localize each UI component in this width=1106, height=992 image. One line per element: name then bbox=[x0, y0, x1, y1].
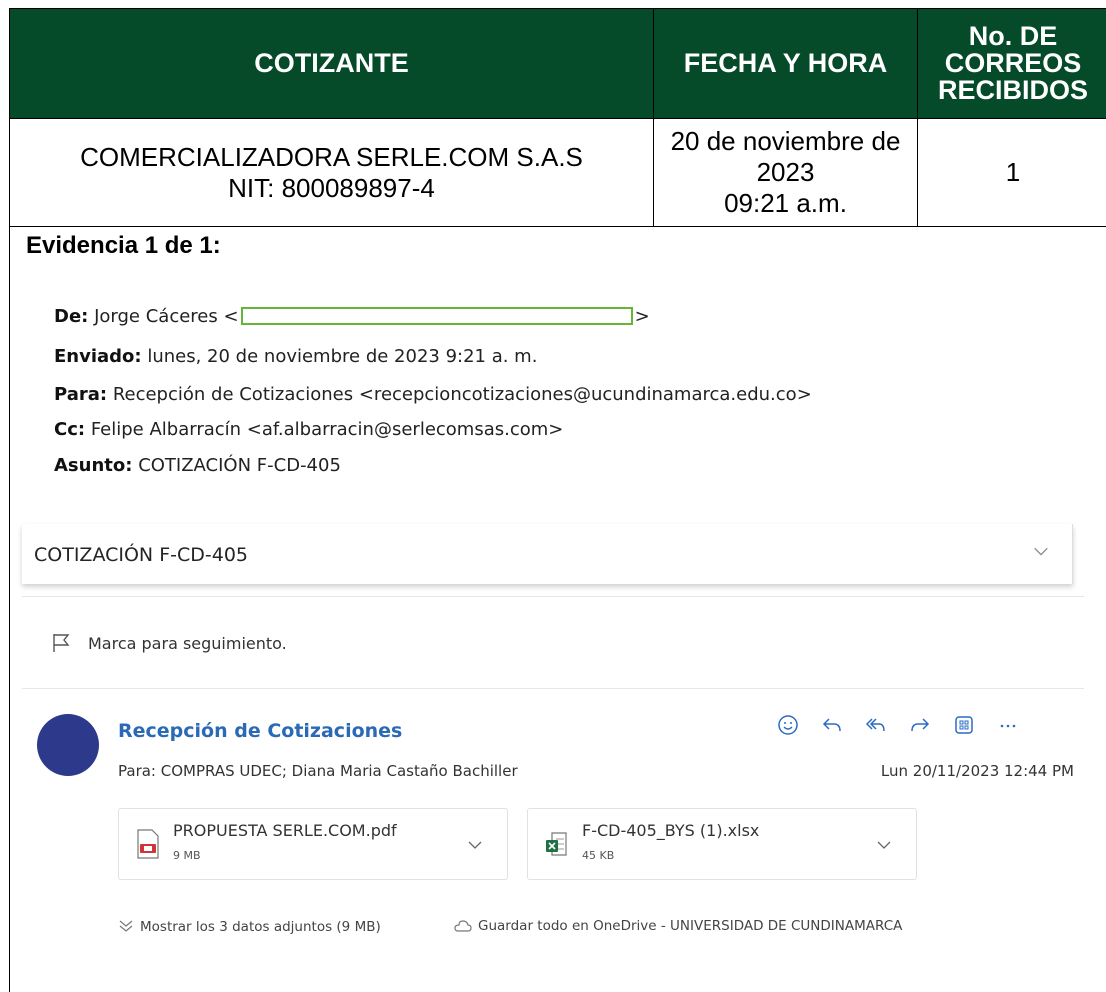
flag-text[interactable]: Marca para seguimiento. bbox=[88, 634, 287, 653]
company-name: COMERCIALIZADORA SERLE.COM S.A.S bbox=[80, 141, 583, 172]
show-all-text: Mostrar los 3 datos adjuntos (9 MB) bbox=[140, 919, 381, 935]
emoji-button[interactable] bbox=[766, 710, 810, 740]
from-label: De: bbox=[54, 306, 89, 327]
date-text: 20 de noviembre de 2023 bbox=[670, 126, 901, 188]
subject-bar[interactable]: COTIZACIÓN F-CD-405 bbox=[22, 524, 1073, 584]
from-close: > bbox=[634, 306, 650, 327]
more-button[interactable] bbox=[986, 710, 1030, 740]
subject-bar-text: COTIZACIÓN F-CD-405 bbox=[34, 544, 248, 566]
cc-label: Cc: bbox=[54, 419, 86, 440]
from-value: Jorge Cáceres < bbox=[94, 306, 239, 327]
double-chevron-down-icon bbox=[119, 920, 133, 932]
forward-button[interactable] bbox=[898, 710, 942, 740]
reply-all-icon bbox=[865, 718, 885, 732]
flag-icon[interactable] bbox=[50, 632, 72, 654]
reply-button[interactable] bbox=[810, 710, 854, 740]
chevron-down-icon[interactable] bbox=[876, 837, 892, 853]
divider bbox=[22, 688, 1084, 689]
cell-correos: 1 bbox=[917, 118, 1106, 227]
table-row: COMERCIALIZADORA SERLE.COM S.A.S NIT: 80… bbox=[9, 118, 1106, 227]
attachment-card[interactable]: PROPUESTA SERLE.COM.pdf 9 MB bbox=[118, 808, 508, 880]
attachment-size: 45 KB bbox=[582, 849, 615, 862]
header-correos: No. DE CORREOS RECIBIDOS bbox=[917, 8, 1106, 119]
excel-file-icon bbox=[546, 832, 567, 856]
header-cotizante: COTIZANTE bbox=[9, 8, 654, 119]
from-line: De: Jorge Cáceres < > bbox=[54, 306, 650, 327]
pdf-file-icon bbox=[137, 829, 159, 859]
avatar bbox=[37, 714, 99, 776]
company-nit: NIT: 800089897-4 bbox=[228, 172, 435, 203]
to-line: Para: Recepción de Cotizaciones <recepci… bbox=[54, 384, 812, 405]
sent-value: lunes, 20 de noviembre de 2023 9:21 a. m… bbox=[147, 346, 538, 367]
save-onedrive-text: Guardar todo en OneDrive - UNIVERSIDAD D… bbox=[478, 918, 903, 934]
reply-icon bbox=[822, 718, 841, 732]
subject-line: Asunto: COTIZACIÓN F-CD-405 bbox=[54, 455, 341, 476]
reply-all-button[interactable] bbox=[854, 710, 898, 740]
message-actions bbox=[766, 710, 1030, 740]
show-all-attachments-link[interactable]: Mostrar los 3 datos adjuntos (9 MB) bbox=[118, 918, 381, 935]
attachment-card[interactable]: F-CD-405_BYS (1).xlsx 45 KB bbox=[527, 808, 917, 880]
cloud-icon bbox=[454, 920, 472, 932]
apps-button[interactable] bbox=[942, 710, 986, 740]
subject-value: COTIZACIÓN F-CD-405 bbox=[138, 455, 341, 476]
recipients-line: Para: COMPRAS UDEC; Diana Maria Castaño … bbox=[118, 762, 518, 780]
subject-label: Asunto: bbox=[54, 455, 133, 476]
table-header-row: COTIZANTE FECHA Y HORA No. DE CORREOS RE… bbox=[9, 8, 1106, 119]
time-text: 09:21 a.m. bbox=[724, 187, 847, 218]
apps-icon bbox=[955, 716, 973, 734]
emoji-icon bbox=[778, 715, 798, 735]
to-value: Recepción de Cotizaciones <recepcioncoti… bbox=[112, 384, 812, 405]
cc-value: Felipe Albarracín <af.albarracin@serleco… bbox=[90, 419, 564, 440]
sent-label: Enviado: bbox=[54, 346, 142, 367]
sender-name[interactable]: Recepción de Cotizaciones bbox=[118, 720, 402, 742]
attachment-name: PROPUESTA SERLE.COM.pdf bbox=[173, 821, 397, 840]
divider bbox=[22, 596, 1084, 597]
save-onedrive-link[interactable]: Guardar todo en OneDrive - UNIVERSIDAD D… bbox=[454, 918, 902, 934]
redacted-email-box bbox=[240, 307, 633, 325]
chevron-down-icon[interactable] bbox=[1032, 542, 1050, 560]
forward-icon bbox=[911, 718, 930, 732]
header-fecha-hora: FECHA Y HORA bbox=[653, 8, 918, 119]
cell-cotizante: COMERCIALIZADORA SERLE.COM S.A.S NIT: 80… bbox=[9, 118, 654, 227]
chevron-down-icon[interactable] bbox=[467, 837, 483, 853]
sent-line: Enviado: lunes, 20 de noviembre de 2023 … bbox=[54, 346, 537, 367]
message-date: Lun 20/11/2023 12:44 PM bbox=[880, 762, 1074, 780]
evidence-title: Evidencia 1 de 1: bbox=[26, 232, 221, 259]
cell-fecha: 20 de noviembre de 2023 09:21 a.m. bbox=[653, 118, 918, 227]
attachment-size: 9 MB bbox=[173, 849, 201, 862]
more-icon bbox=[1000, 724, 1016, 728]
cc-line: Cc: Felipe Albarracín <af.albarracin@ser… bbox=[54, 419, 563, 440]
to-label: Para: bbox=[54, 384, 108, 405]
quotes-table: COTIZANTE FECHA Y HORA No. DE CORREOS RE… bbox=[9, 8, 1106, 227]
attachment-name: F-CD-405_BYS (1).xlsx bbox=[582, 821, 760, 840]
